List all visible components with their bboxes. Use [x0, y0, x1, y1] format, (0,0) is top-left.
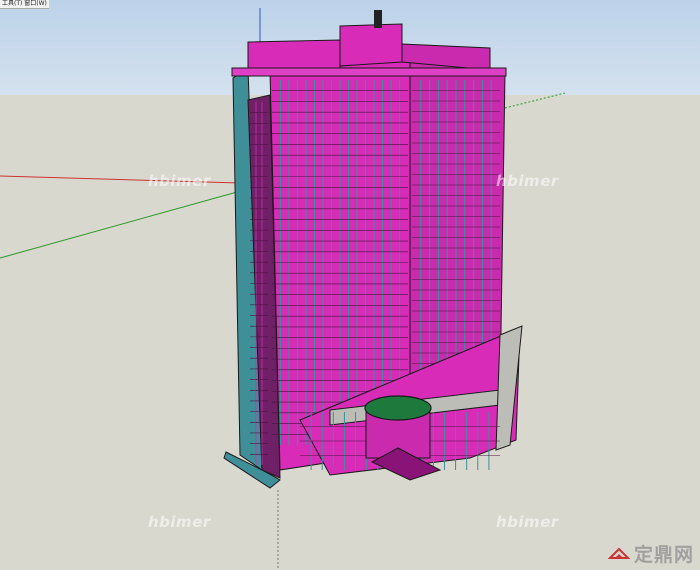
brand-watermark: 定鼎网	[607, 540, 694, 567]
menu-bar-stub[interactable]: 工具(T) 窗口(W)	[0, 0, 49, 9]
modeling-viewport[interactable]: 工具(T) 窗口(W) hbimer hbimer hbimer hbimer …	[0, 0, 700, 570]
spire	[374, 10, 382, 28]
rotunda-green-roof	[364, 395, 432, 421]
red-axis	[0, 175, 241, 184]
green-axis	[0, 191, 238, 259]
crown-center-block	[339, 23, 403, 67]
building[interactable]	[223, 10, 523, 489]
crown-cornice	[231, 67, 507, 77]
green-axis-dashed	[504, 92, 566, 109]
brand-text: 定鼎网	[633, 544, 694, 566]
building-model-scene[interactable]	[0, 0, 700, 570]
crown-left-block	[247, 39, 341, 73]
dingding-logo-icon	[607, 547, 630, 559]
